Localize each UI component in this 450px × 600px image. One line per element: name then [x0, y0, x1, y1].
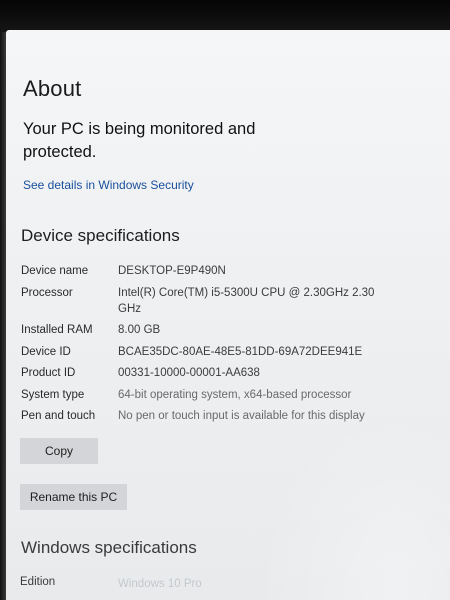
rename-pc-button[interactable]: Rename this PC	[20, 484, 127, 510]
spec-label-installed-ram: Installed RAM	[21, 324, 93, 336]
spec-label-processor: Processor	[21, 287, 73, 299]
spec-label-pen-and-touch: Pen and touch	[21, 410, 96, 422]
windows-security-link[interactable]: See details in Windows Security	[23, 178, 194, 192]
spec-value-pen-and-touch: No pen or touch input is available for t…	[118, 410, 365, 422]
spec-value-device-name: DESKTOP-E9P490N	[118, 265, 226, 277]
spec-value-product-id: 00331-10000-00001-AA638	[118, 367, 260, 379]
settings-about-page: About Your PC is being monitored and pro…	[6, 30, 450, 600]
spec-value-system-type: 64-bit operating system, x64-based proce…	[118, 389, 352, 401]
screen-glare	[256, 410, 450, 600]
monitor-bezel	[0, 0, 450, 32]
spec-value-device-id: BCAE35DC-80AE-48E5-81DD-69A72DEE941E	[118, 346, 363, 358]
page-title: About	[23, 76, 82, 101]
spec-value-processor: Intel(R) Core(TM) i5-5300U CPU @ 2.30GHz…	[118, 287, 375, 315]
edition-value: Windows 10 Pro	[118, 578, 202, 590]
device-specifications-heading: Device specifications	[21, 226, 180, 245]
spec-label-system-type: System type	[21, 389, 85, 401]
spec-label-product-id: Product ID	[21, 367, 76, 379]
spec-value-installed-ram: 8.00 GB	[118, 324, 161, 336]
spec-label-device-name: Device name	[21, 265, 89, 277]
protection-status-text: Your PC is being monitored and protected…	[23, 120, 256, 161]
spec-label-device-id: Device ID	[21, 346, 71, 358]
windows-specifications-heading: Windows specifications	[21, 538, 197, 557]
edition-label: Edition	[20, 576, 56, 588]
copy-button[interactable]: Copy	[20, 438, 98, 464]
